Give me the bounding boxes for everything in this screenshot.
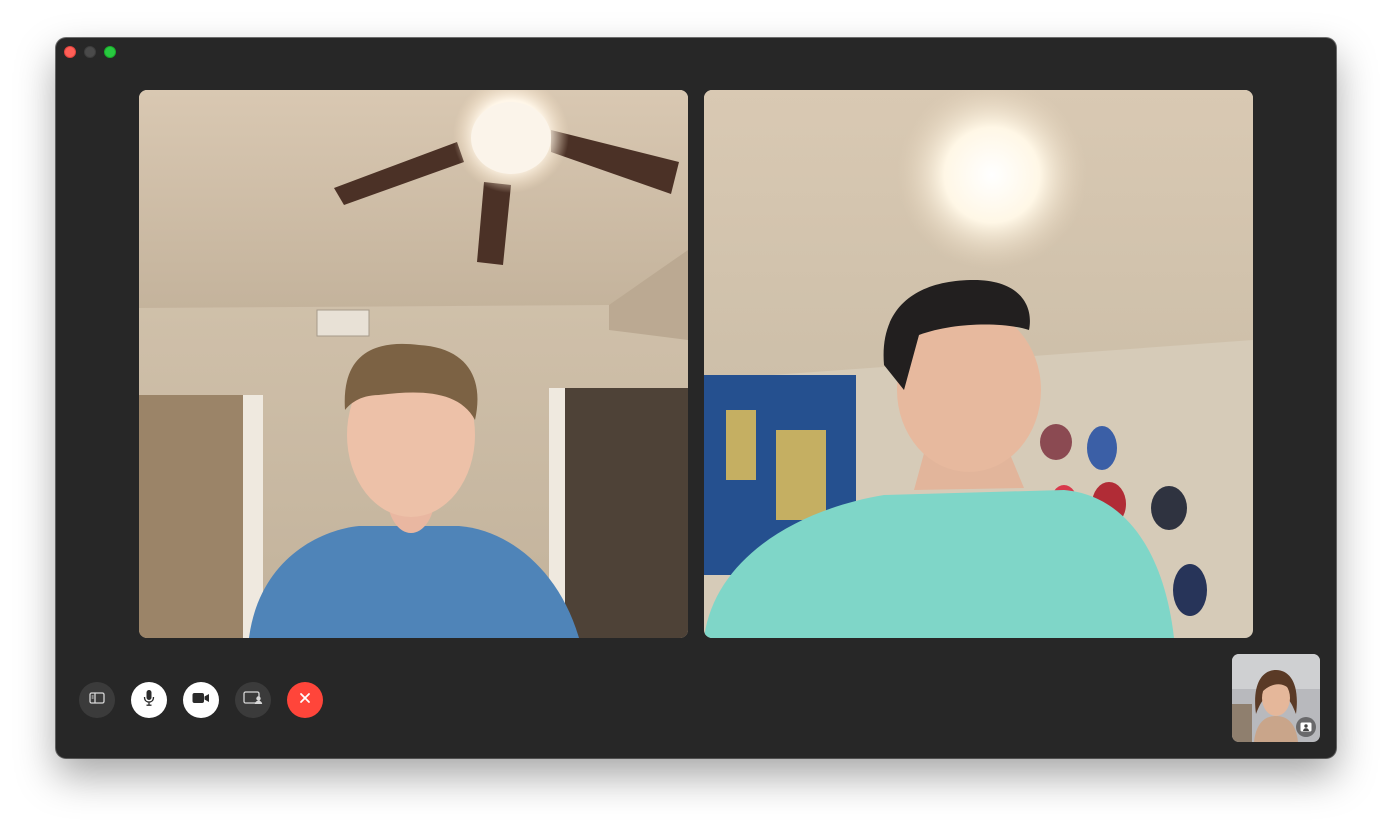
participant-video-2[interactable]	[704, 90, 1253, 638]
call-controls	[79, 682, 323, 718]
video-camera-icon	[192, 691, 210, 709]
close-window-button[interactable]	[64, 46, 76, 58]
share-screen-button[interactable]	[235, 682, 271, 718]
sidebar-icon	[89, 691, 105, 710]
microphone-icon	[142, 689, 156, 712]
facetime-window	[56, 38, 1336, 758]
zoom-window-button[interactable]	[104, 46, 116, 58]
screen-share-icon	[243, 690, 263, 710]
window-controls	[64, 46, 116, 58]
end-call-button[interactable]	[287, 682, 323, 718]
participant-video-1[interactable]	[139, 90, 688, 638]
sidebar-button[interactable]	[79, 682, 115, 718]
self-view-video[interactable]	[1232, 654, 1320, 742]
mute-button[interactable]	[131, 682, 167, 718]
close-icon	[299, 691, 311, 709]
minimize-window-button[interactable]	[84, 46, 96, 58]
person-card-icon[interactable]	[1296, 717, 1316, 737]
camera-button[interactable]	[183, 682, 219, 718]
